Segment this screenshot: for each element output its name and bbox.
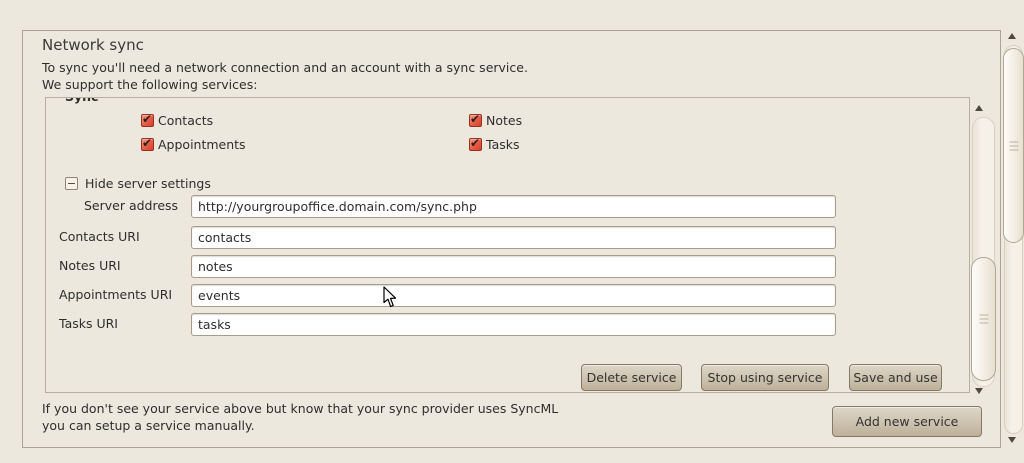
appointments-uri-input[interactable] (191, 284, 836, 307)
scrollbar-grip (979, 315, 988, 324)
appointments-checkbox[interactable]: ✔ (141, 138, 154, 151)
check-icon: ✔ (470, 137, 480, 150)
check-icon: ✔ (470, 113, 480, 126)
window-scrollbar-thumb[interactable] (1003, 48, 1024, 243)
tasks-uri-label: Tasks URI (59, 316, 118, 331)
contacts-uri-input[interactable] (191, 226, 836, 249)
footer-line-1: If you don't see your service above but … (42, 401, 558, 416)
window-scroll-down-icon[interactable] (1008, 437, 1016, 443)
panel-scrollbar-thumb[interactable] (971, 257, 996, 381)
sync-service-panel: Sync ✔ Contacts ✔ Appointments ✔ Notes ✔… (45, 97, 970, 393)
collapse-icon[interactable]: − (65, 177, 78, 190)
save-and-use-button[interactable]: Save and use (849, 364, 942, 391)
notes-uri-input[interactable] (191, 255, 836, 278)
notes-checkbox-label[interactable]: Notes (486, 113, 522, 128)
server-address-input[interactable] (191, 195, 836, 218)
intro-line-2: We support the following services: (42, 77, 257, 92)
tasks-uri-input[interactable] (191, 313, 836, 336)
sync-group-label: Sync (65, 97, 98, 104)
appointments-checkbox-label[interactable]: Appointments (158, 137, 246, 152)
tasks-checkbox[interactable]: ✔ (469, 138, 482, 151)
contacts-checkbox[interactable]: ✔ (141, 114, 154, 127)
contacts-uri-label: Contacts URI (59, 229, 140, 244)
hide-server-settings-expander[interactable]: Hide server settings (85, 176, 211, 191)
contacts-checkbox-label[interactable]: Contacts (158, 113, 213, 128)
server-address-label: Server address (84, 198, 178, 213)
panel-scroll-down-icon[interactable] (975, 388, 983, 394)
scrollbar-grip (1009, 141, 1018, 150)
notes-checkbox[interactable]: ✔ (469, 114, 482, 127)
tasks-checkbox-label[interactable]: Tasks (486, 137, 520, 152)
panel-scroll-up-icon[interactable] (975, 105, 983, 111)
intro-line-1: To sync you'll need a network connection… (42, 60, 528, 75)
footer-line-2: you can setup a service manually. (42, 418, 255, 433)
notes-uri-label: Notes URI (59, 258, 121, 273)
check-icon: ✔ (142, 113, 152, 126)
window-scroll-up-icon[interactable] (1008, 33, 1016, 39)
stop-using-service-button[interactable]: Stop using service (701, 364, 829, 391)
page-title: Network sync (42, 36, 144, 54)
add-new-service-button[interactable]: Add new service (832, 406, 982, 437)
appointments-uri-label: Appointments URI (59, 287, 172, 302)
delete-service-button[interactable]: Delete service (581, 364, 682, 391)
check-icon: ✔ (142, 137, 152, 150)
